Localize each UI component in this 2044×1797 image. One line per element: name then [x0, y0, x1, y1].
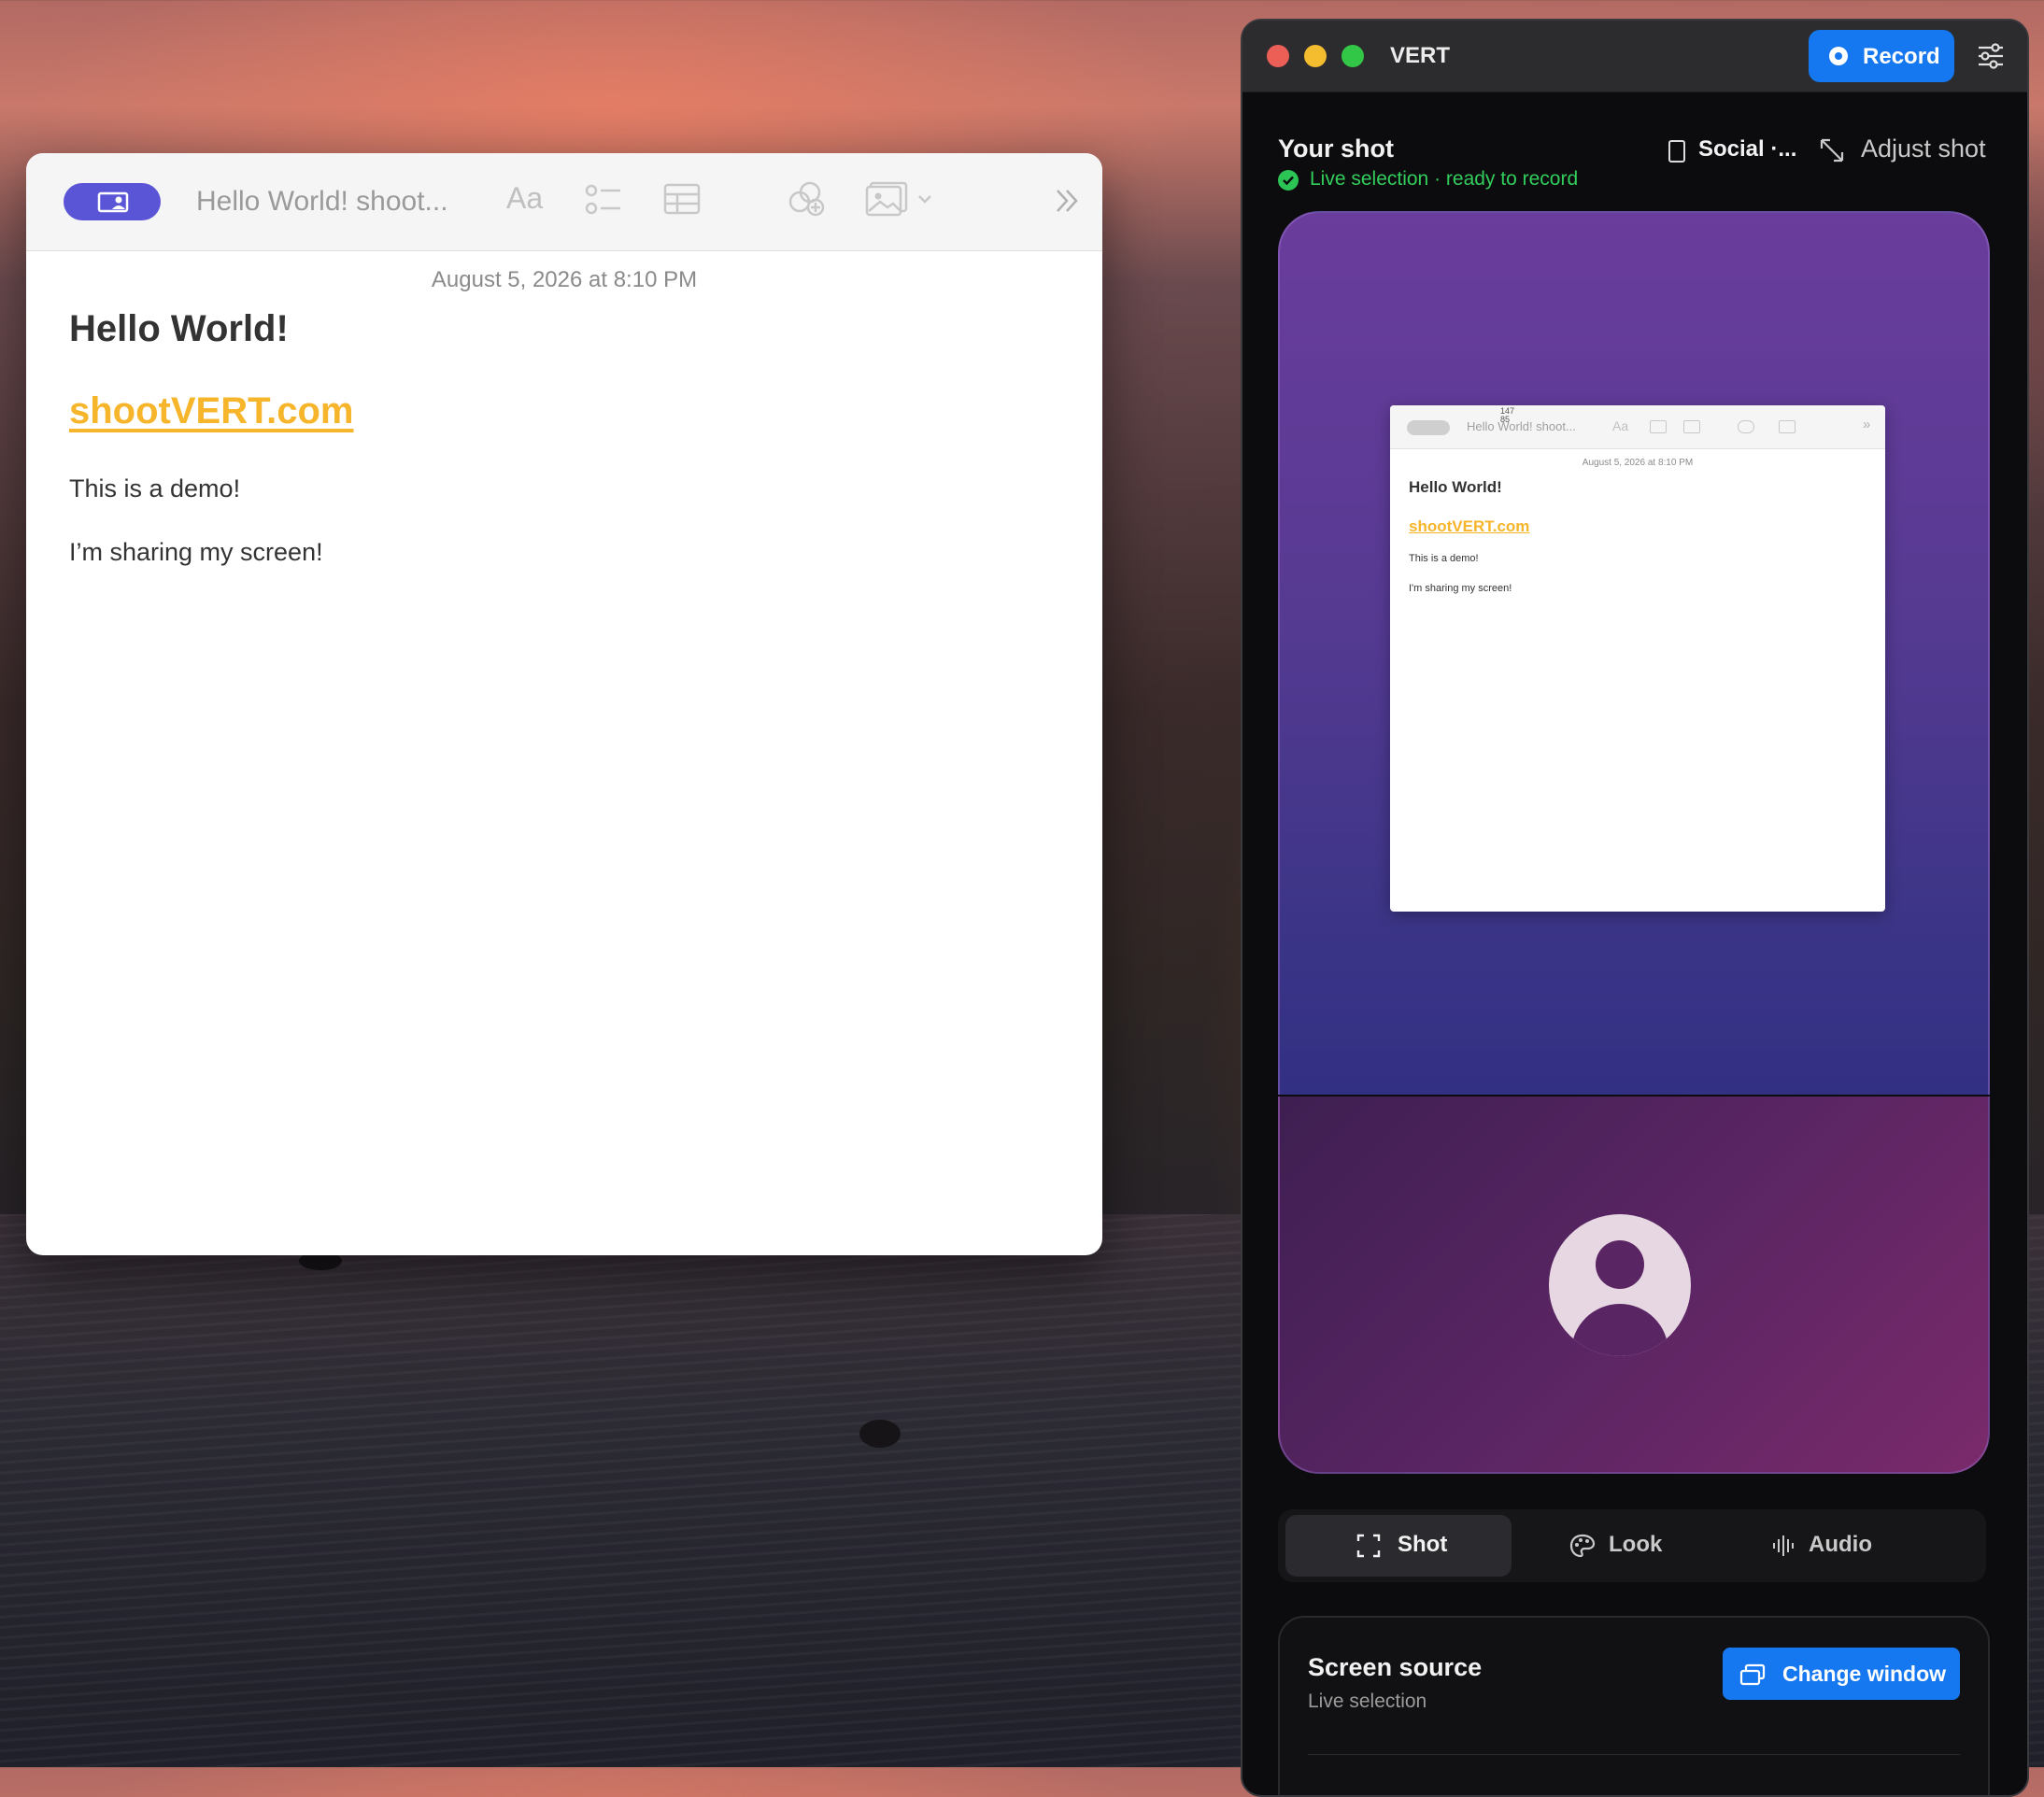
preview-title: Hello World! shoot... [1467, 419, 1576, 433]
format-text-button[interactable]: Aa [506, 181, 543, 216]
more-chevron-icon[interactable] [1054, 187, 1082, 215]
source-subtitle: Live selection [1308, 1691, 1427, 1712]
change-window-label: Change window [1782, 1662, 1947, 1686]
screen-share-icon [97, 191, 129, 213]
tab-label: Look [1609, 1532, 1663, 1557]
checklist-icon[interactable] [585, 183, 622, 217]
note-paragraph: I’m sharing my screen! [69, 538, 323, 566]
windows-icon [1739, 1663, 1766, 1686]
preview-collaborate-icon [1738, 420, 1754, 433]
adjust-shot-button[interactable]: Adjust shot [1861, 134, 1986, 163]
camera-preview[interactable] [1278, 1097, 1990, 1474]
notes-window: Hello World! shoot... Aa August 5, 2026 … [26, 153, 1102, 1255]
tab-label: Shot [1398, 1532, 1448, 1557]
preview-font-icon: Aa [1612, 418, 1629, 433]
vert-titlebar: VERT Record [1242, 21, 2027, 92]
record-label: Record [1863, 44, 1940, 69]
preview-window-thumbnail: Hello World! shoot... 147 85 Aa » August… [1390, 405, 1885, 912]
avatar-icon [1549, 1214, 1691, 1356]
note-link[interactable]: shootVERT.com [69, 390, 353, 432]
app-name: VERT [1390, 43, 1451, 68]
status-text: Live selection · ready to record [1310, 168, 1579, 190]
preview-chevron-icon: » [1863, 417, 1871, 432]
tab-label: Audio [1809, 1532, 1872, 1557]
preview-link: shootVERT.com [1409, 517, 1530, 535]
minimize-window-button[interactable] [1304, 45, 1327, 67]
resize-arrows-icon[interactable] [1818, 136, 1846, 164]
palette-icon [1569, 1534, 1596, 1558]
waveform-icon [1773, 1535, 1794, 1556]
wallpaper-rock [859, 1420, 901, 1448]
preview-paragraph: This is a demo! [1409, 553, 1479, 564]
vert-window: VERT Record Your shot Live selection · r… [1241, 19, 2029, 1797]
avatar-head [1596, 1240, 1644, 1289]
preview-table-icon [1683, 420, 1700, 433]
record-button[interactable]: Record [1809, 30, 1954, 82]
zoom-window-button[interactable] [1341, 45, 1364, 67]
avatar-body [1571, 1304, 1668, 1356]
preview-paragraph: I'm sharing my screen! [1409, 583, 1512, 594]
divider [1308, 1754, 1960, 1755]
preview-toolbar: Hello World! shoot... 147 85 Aa » [1390, 405, 1885, 449]
media-icon[interactable] [865, 181, 940, 219]
note-paragraph: This is a demo! [69, 474, 241, 502]
settings-sliders-icon[interactable] [1977, 43, 2005, 69]
tab-look[interactable]: Look [1519, 1515, 1745, 1577]
record-icon [1829, 47, 1848, 65]
source-title: Screen source [1308, 1653, 1483, 1681]
tab-shot[interactable]: Shot [1285, 1515, 1512, 1577]
tab-bar: Shot Look Audio [1278, 1509, 1986, 1582]
close-window-button[interactable] [1267, 45, 1289, 67]
screen-source-card: Screen source Live selection Change wind… [1278, 1616, 1990, 1795]
collaborate-icon[interactable] [787, 181, 828, 219]
share-screen-button[interactable] [64, 183, 161, 220]
check-circle-icon [1278, 170, 1299, 191]
preview-checklist-icon [1650, 420, 1667, 433]
table-icon[interactable] [663, 183, 701, 215]
screen-preview[interactable]: Hello World! shoot... 147 85 Aa » August… [1278, 211, 1990, 1097]
format-selector[interactable]: Social ·... [1698, 136, 1796, 163]
notes-toolbar: Hello World! shoot... Aa [26, 153, 1102, 251]
note-heading: Hello World! [69, 308, 289, 349]
shot-title: Your shot [1278, 134, 1394, 163]
tab-audio[interactable]: Audio [1753, 1515, 1979, 1577]
phone-format-icon[interactable] [1668, 140, 1685, 163]
preview-share-icon [1407, 420, 1450, 435]
preview-media-icon [1779, 420, 1796, 433]
note-title: Hello World! shoot... [196, 186, 448, 217]
preview-date: August 5, 2026 at 8:10 PM [1582, 458, 1694, 468]
frame-icon [1356, 1534, 1381, 1558]
preview-heading: Hello World! [1409, 478, 1502, 496]
note-date: August 5, 2026 at 8:10 PM [431, 267, 698, 292]
preview-cursor-coords: 147 85 [1500, 406, 1515, 424]
change-window-button[interactable]: Change window [1723, 1648, 1960, 1700]
